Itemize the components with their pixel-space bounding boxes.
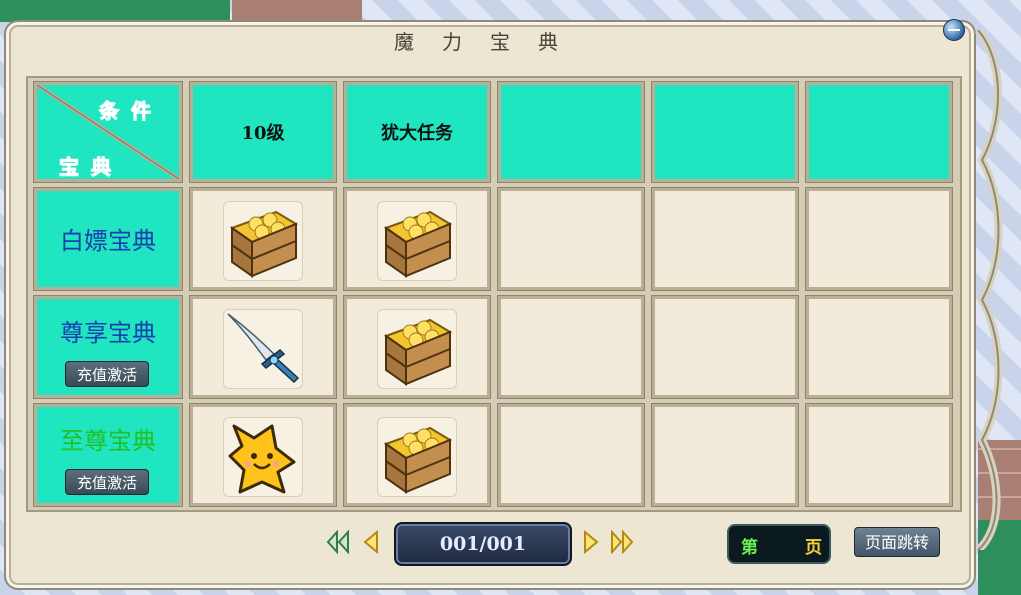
reward-cell — [343, 403, 491, 507]
row-header-label: 尊享宝典 — [60, 319, 156, 347]
condition-label: 条件 — [99, 99, 163, 124]
next-page-icon[interactable] — [582, 530, 600, 554]
column-header-label — [809, 85, 949, 179]
book-label: 宝典 — [59, 155, 123, 180]
reward-cell — [189, 187, 337, 291]
reward-cell — [651, 187, 799, 291]
row-header-free-book: 白嫖宝典 — [33, 187, 183, 291]
window-title: 魔力宝典 — [394, 30, 586, 54]
row-header-supreme-book: 至尊宝典 充值激活 — [33, 403, 183, 507]
prev-page-icon[interactable] — [362, 530, 380, 554]
column-header-label — [501, 85, 641, 179]
gold-crate-icon[interactable] — [377, 417, 457, 497]
reward-cell — [805, 187, 953, 291]
background-grass — [0, 0, 230, 22]
page-jump-prefix: 第 — [741, 538, 758, 558]
reward-cell — [497, 187, 645, 291]
row-header-premium-book: 尊享宝典 充值激活 — [33, 295, 183, 399]
reward-cell — [343, 187, 491, 291]
sword-icon[interactable] — [223, 309, 303, 389]
page-jump-input[interactable]: 第 页 — [727, 524, 831, 564]
column-header — [651, 81, 799, 183]
reward-cell — [805, 295, 953, 399]
column-header — [497, 81, 645, 183]
column-header — [805, 81, 953, 183]
first-page-icon[interactable] — [326, 530, 350, 554]
reward-cell — [651, 295, 799, 399]
background-brick — [232, 0, 362, 22]
recharge-activate-button[interactable]: 充值激活 — [65, 469, 149, 495]
reward-cell — [189, 295, 337, 399]
column-header-label: 10级 — [241, 123, 285, 144]
close-icon[interactable] — [943, 19, 965, 41]
reward-grid: 条件 宝典 10级 犹大任务 白嫖宝典 尊享宝典 充值激活 至尊宝典 充值激活 — [26, 76, 962, 512]
gold-crate-icon[interactable] — [377, 309, 457, 389]
gold-crate-icon[interactable] — [223, 201, 303, 281]
last-page-icon[interactable] — [610, 530, 634, 554]
star-pet-icon[interactable] — [223, 417, 303, 497]
column-header: 犹大任务 — [343, 81, 491, 183]
gold-crate-icon[interactable] — [377, 201, 457, 281]
row-header-label: 白嫖宝典 — [60, 227, 156, 255]
page-jump-suffix: 页 — [805, 538, 822, 558]
column-header: 10级 — [189, 81, 337, 183]
page-jump-button[interactable]: 页面跳转 — [854, 527, 940, 557]
column-header-label — [655, 85, 795, 179]
reward-cell — [189, 403, 337, 507]
reward-cell — [497, 403, 645, 507]
row-header-label: 至尊宝典 — [60, 427, 156, 455]
reward-cell — [651, 403, 799, 507]
page-indicator: 001/001 — [394, 522, 572, 566]
frame-ornament-icon — [974, 30, 1003, 550]
corner-header: 条件 宝典 — [33, 81, 183, 183]
reward-cell — [805, 403, 953, 507]
reward-cell — [343, 295, 491, 399]
reward-cell — [497, 295, 645, 399]
recharge-activate-button[interactable]: 充值激活 — [65, 361, 149, 387]
column-header-label: 犹大任务 — [381, 123, 453, 144]
